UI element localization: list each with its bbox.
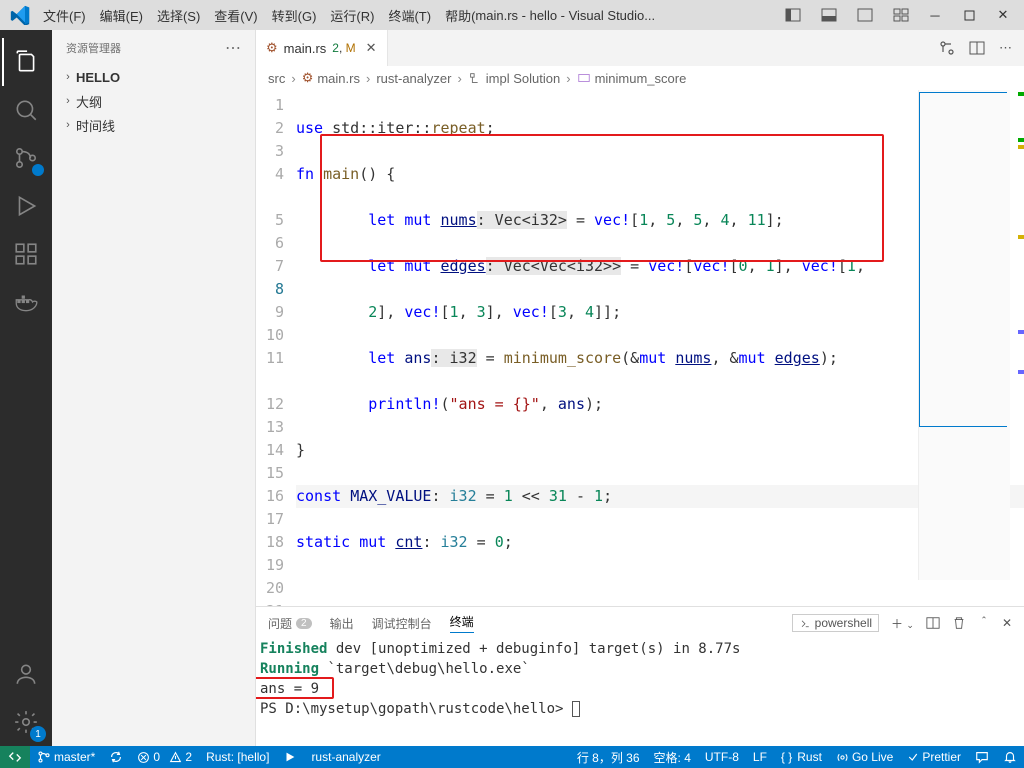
activity-bar: 1 [0,30,52,746]
terminal-shell-select[interactable]: powershell [792,614,879,632]
status-golive[interactable]: Go Live [829,746,900,768]
close-button[interactable]: ✕ [986,0,1020,30]
tab-more-icon[interactable]: ⋯ [999,40,1012,56]
tab-label: main.rs [284,41,327,56]
menu-run[interactable]: 运行(R) [323,0,381,30]
activity-debug[interactable] [2,182,50,230]
sidebar: 资源管理器⋯ ›HELLO ›大纲 ›时间线 [52,30,256,746]
activity-search[interactable] [2,86,50,134]
status-branch[interactable]: master* [30,746,102,768]
titlebar: 文件(F) 编辑(E) 选择(S) 查看(V) 转到(G) 运行(R) 终端(T… [0,0,1024,30]
panel-close-icon[interactable]: ✕ [1002,616,1012,630]
breadcrumb[interactable]: src› ⚙main.rs› rust-analyzer› impl Solut… [256,66,1024,90]
sidebar-title: 资源管理器⋯ [52,30,255,65]
editor-tabs: ⚙ main.rs 2, M ✕ ⋯ [256,30,1024,66]
status-analyzer[interactable]: rust-analyzer [304,746,387,768]
chevron-right-icon: › [60,95,76,107]
remote-indicator[interactable] [0,746,30,768]
compare-icon[interactable] [939,40,955,56]
code-editor[interactable]: 1234 567891011 12131415161718192021 use … [256,90,1024,606]
menu-edit[interactable]: 编辑(E) [93,0,150,30]
minimap[interactable] [918,90,1010,580]
chevron-right-icon: › [60,119,76,131]
chevron-right-icon: › [60,71,76,83]
maximize-button[interactable] [952,0,986,30]
menu-file[interactable]: 文件(F) [36,0,93,30]
layout-right-icon[interactable] [848,0,882,30]
split-icon[interactable] [969,40,985,56]
editor-area: ⚙ main.rs 2, M ✕ ⋯ src› ⚙main.rs› rust-a… [256,30,1024,746]
sidebar-item-outline[interactable]: ›大纲 [52,89,255,113]
activity-account[interactable] [2,650,50,698]
menu-help[interactable]: 帮助(main.rs - hello - Visual Studio... [438,0,662,30]
menu-select[interactable]: 选择(S) [150,0,207,30]
kill-terminal-icon[interactable] [952,616,966,630]
status-feedback[interactable] [968,746,996,768]
layout-custom-icon[interactable] [884,0,918,30]
terminal-body[interactable]: Finished dev [unoptimized + debuginfo] t… [256,639,1024,746]
layout-left-icon[interactable] [776,0,810,30]
panel-tab-output[interactable]: 输出 [330,615,354,632]
panel-maximize-icon[interactable]: ＾ [978,615,990,632]
statusbar: master* 0 2 Rust: [hello] rust-analyzer … [0,746,1024,768]
split-terminal-icon[interactable] [926,616,940,630]
highlight-box-code [320,134,884,262]
sidebar-more-icon[interactable]: ⋯ [225,38,241,58]
menu-goto[interactable]: 转到(G) [265,0,324,30]
panel-tab-terminal[interactable]: 终端 [450,613,474,633]
activity-scm[interactable] [2,134,50,182]
status-prettier[interactable]: Prettier [900,746,968,768]
bottom-panel: 问题2 输出 调试控制台 终端 powershell ＋ ⌄ ＾ ✕ Finis… [256,606,1024,746]
activity-docker[interactable] [2,278,50,326]
tab-close-icon[interactable]: ✕ [366,40,377,56]
menu-terminal[interactable]: 终端(T) [381,0,438,30]
sidebar-item-timeline[interactable]: ›时间线 [52,113,255,137]
new-terminal-icon[interactable]: ＋ ⌄ [891,615,914,632]
tab-main-rs[interactable]: ⚙ main.rs 2, M ✕ [256,30,388,66]
activity-settings[interactable]: 1 [2,698,50,746]
status-spaces[interactable]: 空格: 4 [647,746,698,768]
rust-file-icon: ⚙ [266,40,278,56]
line-gutter: 1234 567891011 12131415161718192021 [256,90,296,606]
status-encoding[interactable]: UTF-8 [698,746,746,768]
panel-tabs: 问题2 输出 调试控制台 终端 powershell ＋ ⌄ ＾ ✕ [256,607,1024,639]
vscode-logo-icon [10,5,30,25]
layout-bottom-icon[interactable] [812,0,846,30]
status-bell[interactable] [996,746,1024,768]
status-eol[interactable]: LF [746,746,774,768]
status-rust[interactable]: Rust: [hello] [199,746,276,768]
activity-extensions[interactable] [2,230,50,278]
status-sync[interactable] [102,746,130,768]
activity-explorer[interactable] [2,38,50,86]
status-position[interactable]: 行 8，列 36 [570,746,647,768]
scm-badge-icon [32,164,44,176]
status-debug[interactable] [276,746,304,768]
menu-view[interactable]: 查看(V) [207,0,264,30]
minimize-button[interactable]: ─ [918,0,952,30]
status-problems[interactable]: 0 2 [130,746,199,768]
panel-tab-problems[interactable]: 问题2 [268,615,312,632]
sidebar-item-hello[interactable]: ›HELLO [52,65,255,89]
overview-ruler[interactable] [1010,90,1024,580]
panel-tab-debug[interactable]: 调试控制台 [372,615,432,632]
settings-badge: 1 [30,726,46,742]
status-lang[interactable]: { }Rust [774,746,829,768]
